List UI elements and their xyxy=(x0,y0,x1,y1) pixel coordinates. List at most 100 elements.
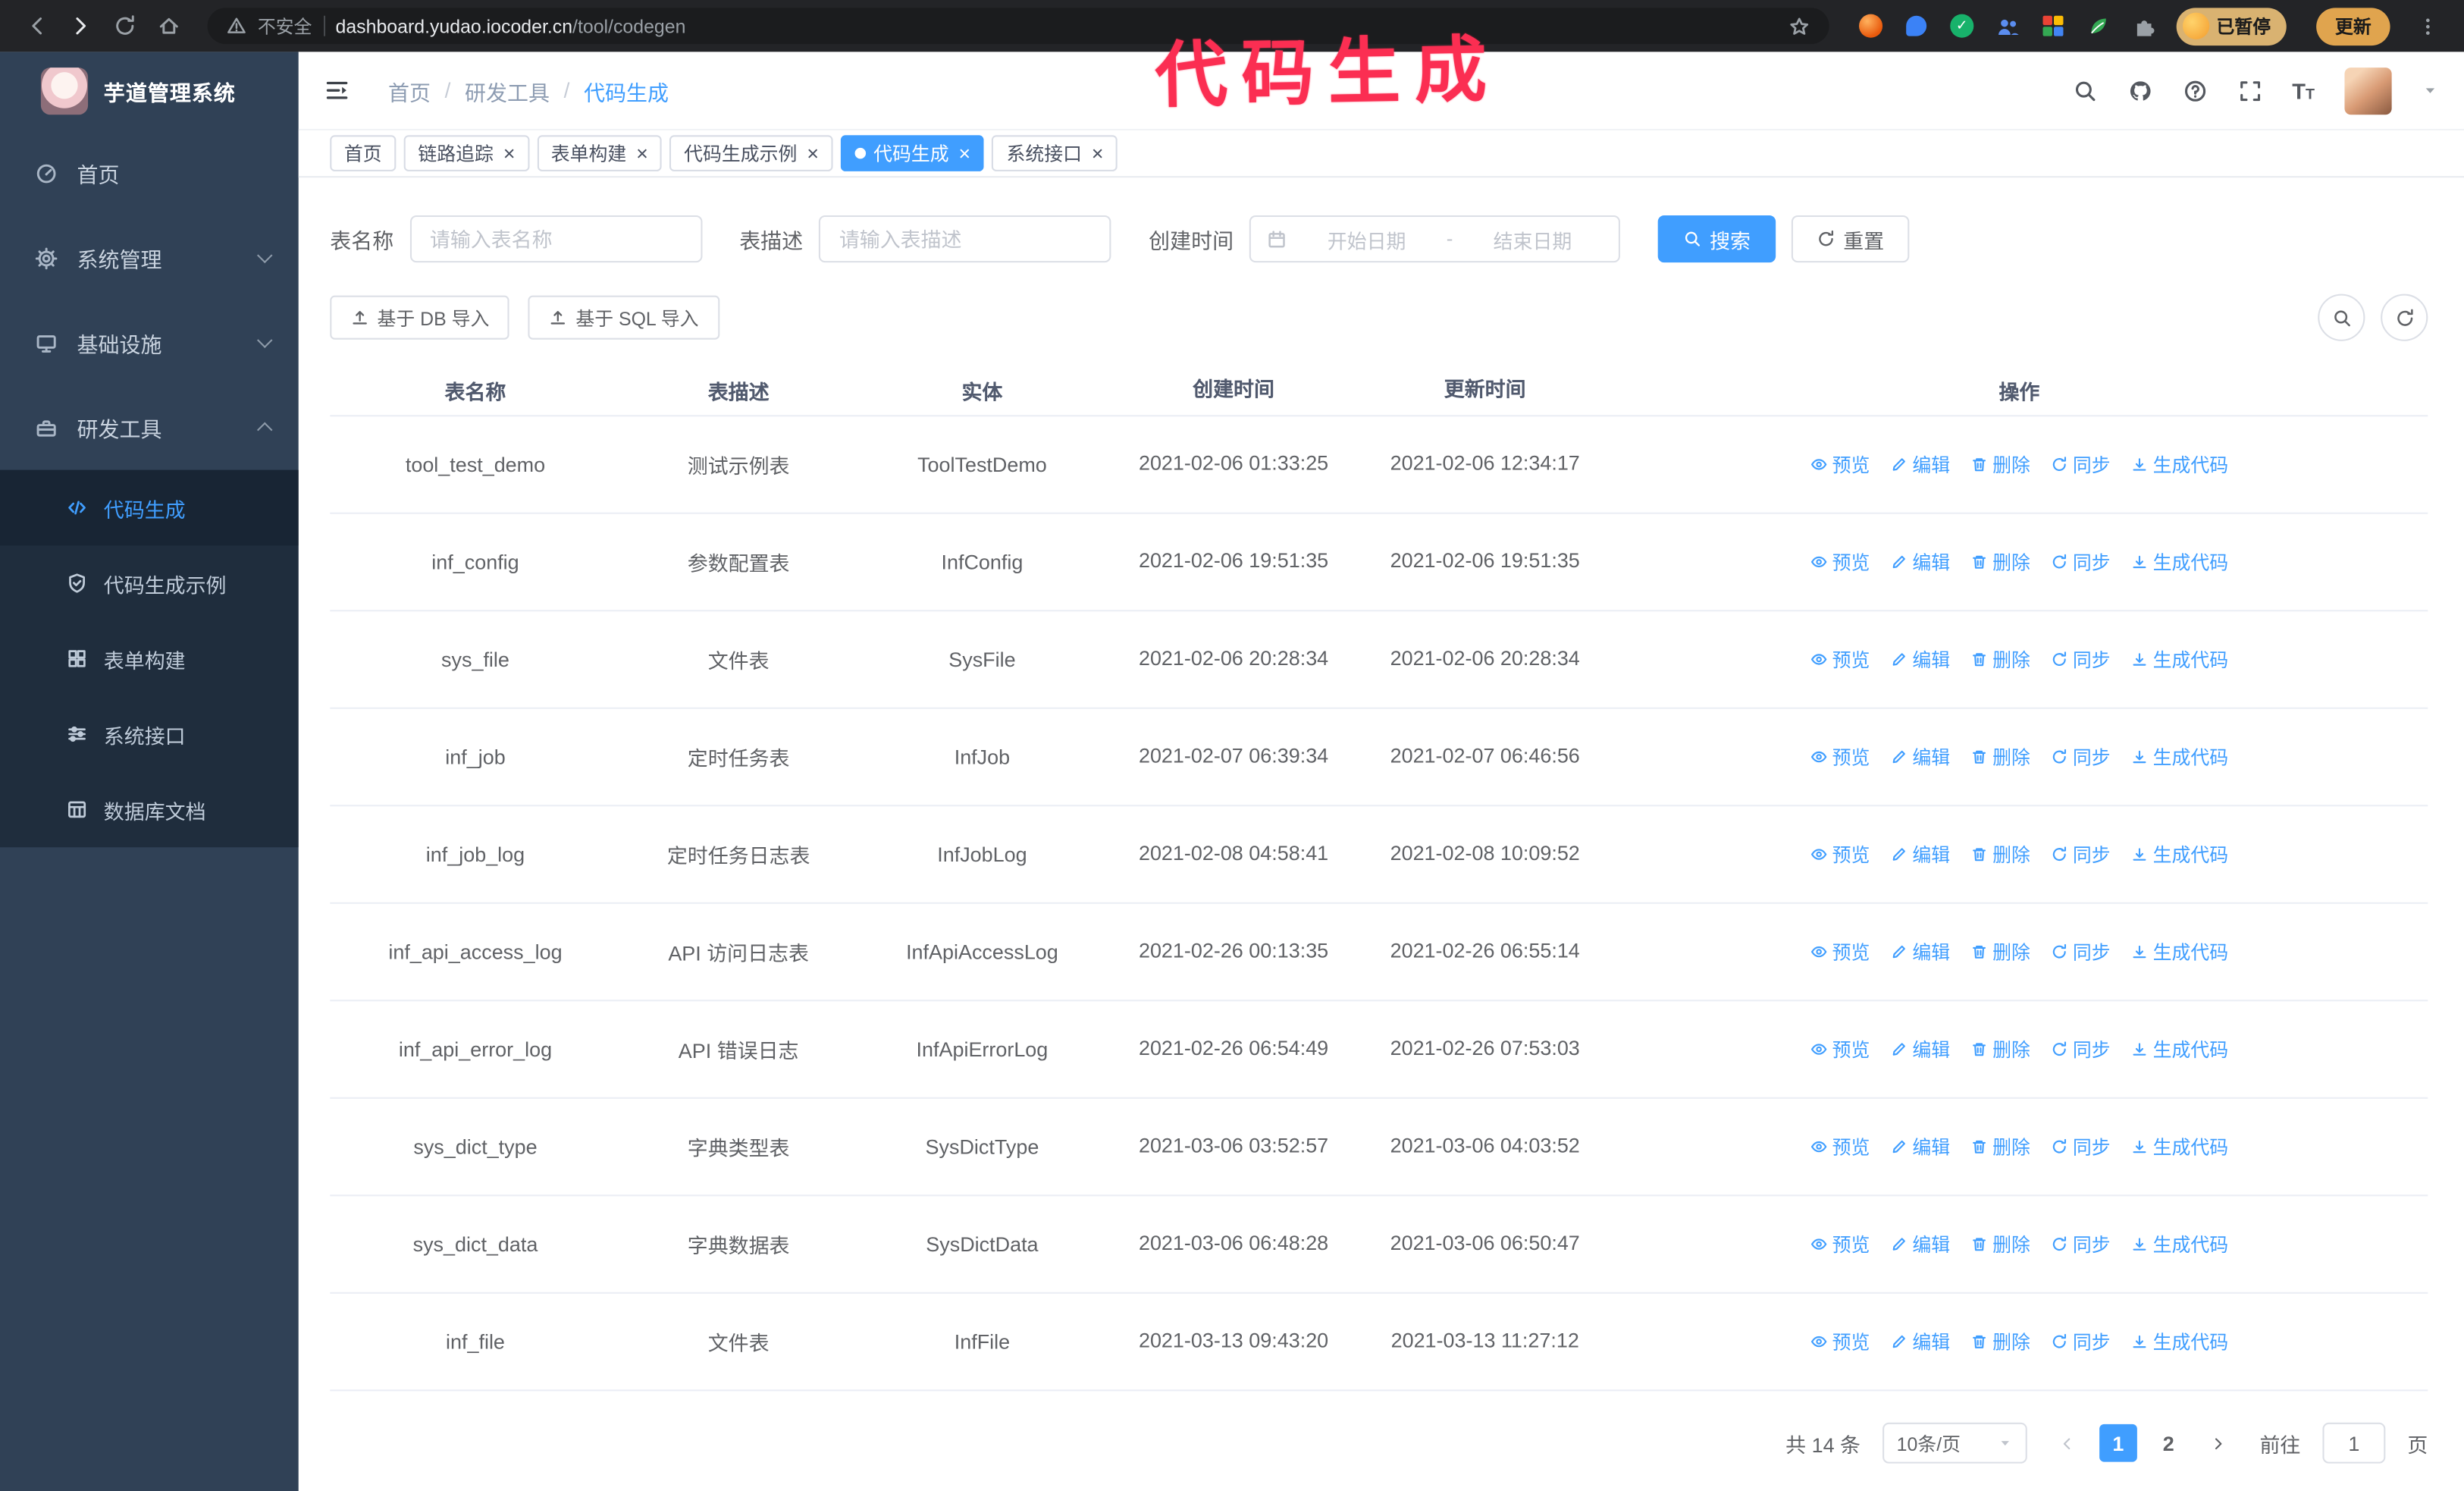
profile-paused-badge[interactable]: 已暂停 xyxy=(2175,7,2287,46)
import-from-sql-button[interactable]: 基于 SQL 导入 xyxy=(528,295,719,340)
edit-link[interactable]: 编辑 xyxy=(1890,451,1950,478)
generate-code-link[interactable]: 生成代码 xyxy=(2131,1328,2228,1354)
toggle-search-button[interactable] xyxy=(2318,293,2365,341)
browser-update-button[interactable]: 更新 xyxy=(2316,7,2390,46)
page-size-select[interactable]: 10条/页 xyxy=(1882,1422,2027,1464)
sync-link[interactable]: 同步 xyxy=(2051,1036,2111,1063)
generate-code-link[interactable]: 生成代码 xyxy=(2131,938,2228,965)
sidebar-item-db-docs[interactable]: 数据库文档 xyxy=(0,772,299,847)
edit-link[interactable]: 编辑 xyxy=(1890,841,1950,868)
tab[interactable]: 链路追踪 xyxy=(403,135,529,171)
chevron-down-icon[interactable] xyxy=(2422,82,2439,99)
preview-link[interactable]: 预览 xyxy=(1810,841,1870,868)
font-size-icon[interactable] xyxy=(2292,78,2315,103)
tab[interactable]: 首页 xyxy=(330,135,397,171)
app-logo[interactable]: 芋道管理系统 xyxy=(0,52,299,130)
goto-page-input[interactable] xyxy=(2322,1422,2386,1464)
preview-link[interactable]: 预览 xyxy=(1810,451,1870,478)
preview-link[interactable]: 预览 xyxy=(1810,938,1870,965)
fullscreen-icon[interactable] xyxy=(2237,78,2262,103)
sidebar-item-code-generation[interactable]: 代码生成 xyxy=(0,469,299,546)
preview-link[interactable]: 预览 xyxy=(1810,1231,1870,1257)
search-icon[interactable] xyxy=(2072,78,2097,103)
delete-link[interactable]: 删除 xyxy=(1970,841,2030,868)
browser-menu-icon[interactable] xyxy=(2417,15,2439,37)
preview-link[interactable]: 预览 xyxy=(1810,1133,1870,1160)
delete-link[interactable]: 删除 xyxy=(1970,646,2030,673)
extension-colorful-grid-icon[interactable] xyxy=(2039,12,2067,40)
browser-back-icon[interactable] xyxy=(16,7,57,45)
user-avatar[interactable] xyxy=(2344,67,2392,115)
generate-code-link[interactable]: 生成代码 xyxy=(2131,451,2228,478)
edit-link[interactable]: 编辑 xyxy=(1890,1231,1950,1257)
breadcrumb-home[interactable]: 首页 xyxy=(388,74,431,105)
sidebar-item-system-api[interactable]: 系统接口 xyxy=(0,696,299,771)
extension-fox-icon[interactable] xyxy=(1857,12,1885,40)
edit-link[interactable]: 编辑 xyxy=(1890,1133,1950,1160)
delete-link[interactable]: 删除 xyxy=(1970,548,2030,575)
table-name-input[interactable] xyxy=(409,215,702,263)
browser-reload-icon[interactable] xyxy=(104,7,145,45)
sync-link[interactable]: 同步 xyxy=(2051,548,2111,575)
extension-green-check-icon[interactable] xyxy=(1948,12,1976,40)
sidebar-item-form-builder[interactable]: 表单构建 xyxy=(0,621,299,696)
tab[interactable]: 代码生成示例 xyxy=(669,135,833,171)
help-icon[interactable] xyxy=(2182,78,2207,103)
delete-link[interactable]: 删除 xyxy=(1970,1133,2030,1160)
tab[interactable]: 表单构建 xyxy=(537,135,663,171)
end-date-placeholder[interactable]: 结束日期 xyxy=(1462,224,1603,253)
delete-link[interactable]: 删除 xyxy=(1970,1328,2030,1354)
not-secure-warning-icon[interactable] xyxy=(226,16,246,36)
bookmark-star-icon[interactable] xyxy=(1788,15,1810,37)
edit-link[interactable]: 编辑 xyxy=(1890,646,1950,673)
create-time-range-picker[interactable]: 开始日期 - 结束日期 xyxy=(1249,215,1620,263)
prev-page-button[interactable] xyxy=(2049,1424,2087,1462)
sidebar-toggle-icon[interactable] xyxy=(324,77,350,104)
sync-link[interactable]: 同步 xyxy=(2051,451,2111,478)
sync-link[interactable]: 同步 xyxy=(2051,938,2111,965)
tab[interactable]: 系统接口 xyxy=(992,135,1118,171)
preview-link[interactable]: 预览 xyxy=(1810,1036,1870,1063)
generate-code-link[interactable]: 生成代码 xyxy=(2131,743,2228,770)
sidebar-item-dev-tools[interactable]: 研发工具 xyxy=(0,385,299,470)
table-desc-input[interactable] xyxy=(818,215,1111,263)
browser-forward-icon[interactable] xyxy=(60,7,101,45)
close-icon[interactable] xyxy=(958,143,970,164)
generate-code-link[interactable]: 生成代码 xyxy=(2131,1133,2228,1160)
sync-link[interactable]: 同步 xyxy=(2051,743,2111,770)
reset-button[interactable]: 重置 xyxy=(1791,215,1910,263)
tab[interactable]: 代码生成 xyxy=(840,135,985,171)
sync-link[interactable]: 同步 xyxy=(2051,1328,2111,1354)
sidebar-item-infrastructure[interactable]: 基础设施 xyxy=(0,300,299,385)
extension-leaf-icon[interactable] xyxy=(2084,12,2112,40)
page-number-1[interactable]: 1 xyxy=(2099,1424,2137,1462)
sync-link[interactable]: 同步 xyxy=(2051,841,2111,868)
next-page-button[interactable] xyxy=(2200,1424,2238,1462)
extensions-puzzle-icon[interactable] xyxy=(2130,12,2158,40)
preview-link[interactable]: 预览 xyxy=(1810,646,1870,673)
sync-link[interactable]: 同步 xyxy=(2051,1231,2111,1257)
edit-link[interactable]: 编辑 xyxy=(1890,548,1950,575)
address-bar[interactable]: 不安全 dashboard.yudao.iocoder.cn/tool/code… xyxy=(207,8,1829,45)
edit-link[interactable]: 编辑 xyxy=(1890,743,1950,770)
delete-link[interactable]: 删除 xyxy=(1970,743,2030,770)
generate-code-link[interactable]: 生成代码 xyxy=(2131,548,2228,575)
preview-link[interactable]: 预览 xyxy=(1810,1328,1870,1354)
close-icon[interactable] xyxy=(1091,143,1103,164)
page-number-2[interactable]: 2 xyxy=(2149,1424,2187,1462)
extension-blue-icon[interactable] xyxy=(1902,12,1930,40)
sidebar-item-system-management[interactable]: 系统管理 xyxy=(0,215,299,300)
delete-link[interactable]: 删除 xyxy=(1970,451,2030,478)
generate-code-link[interactable]: 生成代码 xyxy=(2131,646,2228,673)
close-icon[interactable] xyxy=(807,143,819,164)
sidebar-item-home[interactable]: 首页 xyxy=(0,130,299,215)
breadcrumb-dev-tools[interactable]: 研发工具 xyxy=(465,74,550,105)
sync-link[interactable]: 同步 xyxy=(2051,1133,2111,1160)
import-from-db-button[interactable]: 基于 DB 导入 xyxy=(330,295,510,340)
start-date-placeholder[interactable]: 开始日期 xyxy=(1296,224,1437,253)
generate-code-link[interactable]: 生成代码 xyxy=(2131,1036,2228,1063)
delete-link[interactable]: 删除 xyxy=(1970,938,2030,965)
generate-code-link[interactable]: 生成代码 xyxy=(2131,1231,2228,1257)
close-icon[interactable] xyxy=(636,143,648,164)
search-button[interactable]: 搜索 xyxy=(1657,215,1776,263)
